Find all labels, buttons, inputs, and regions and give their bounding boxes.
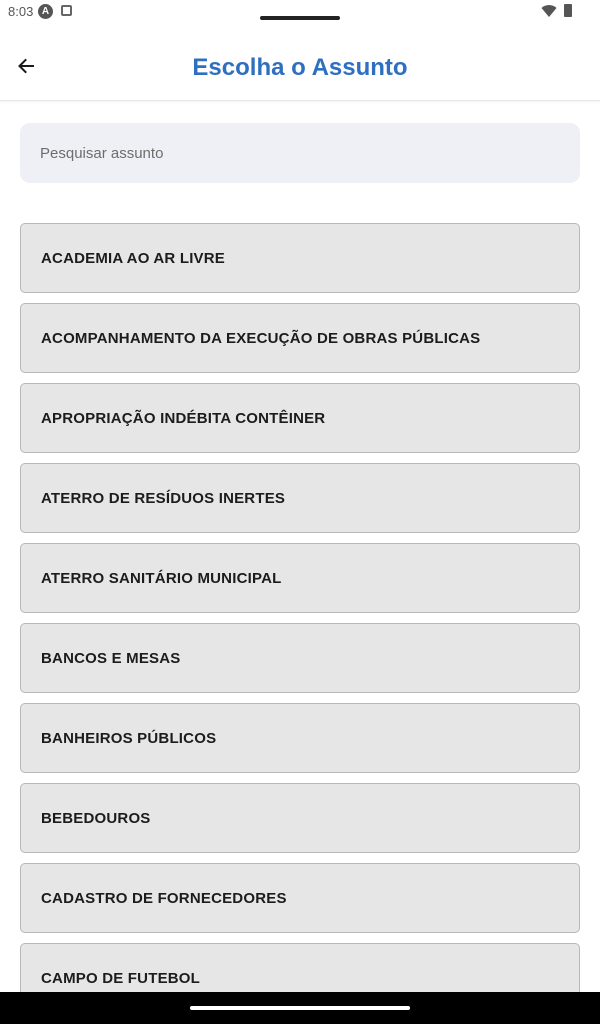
subject-item[interactable]: ACADEMIA AO AR LIVRE — [20, 223, 580, 293]
subject-label: CAMPO DE FUTEBOL — [41, 969, 201, 987]
square-notification-icon — [61, 5, 72, 16]
app-bar: Escolha o Assunto — [0, 24, 600, 101]
subject-item[interactable]: BANHEIROS PÚBLICOS — [20, 703, 580, 773]
subject-item[interactable]: BANCOS E MESAS — [20, 623, 580, 693]
subject-label: BANCOS E MESAS — [41, 649, 181, 667]
home-gesture-handle[interactable] — [190, 1006, 410, 1010]
subject-label: APROPRIAÇÃO INDÉBITA CONTÊINER — [41, 409, 326, 427]
subject-label: ATERRO SANITÁRIO MUNICIPAL — [41, 569, 282, 587]
page-title: Escolha o Assunto — [192, 54, 408, 81]
arrow-left-icon — [18, 58, 34, 74]
status-bar: 8:03 A — [0, 0, 600, 24]
system-nav-bar — [0, 992, 600, 1024]
app-a-icon: A — [38, 4, 53, 19]
screen: 8:03 A Escolha o Assunto ACADEMIA AO AR … — [0, 0, 600, 1024]
subject-label: BANHEIROS PÚBLICOS — [41, 729, 217, 747]
subject-label: ACOMPANHAMENTO DA EXECUÇÃO DE OBRAS PÚBL… — [41, 329, 481, 347]
wifi-icon — [541, 5, 557, 18]
subject-item[interactable]: APROPRIAÇÃO INDÉBITA CONTÊINER — [20, 383, 580, 453]
status-time: 8:03 — [8, 4, 34, 19]
subject-label: ATERRO DE RESÍDUOS INERTES — [41, 489, 286, 507]
back-button[interactable] — [10, 50, 42, 82]
subject-list: ACADEMIA AO AR LIVRE ACOMPANHAMENTO DA E… — [20, 223, 580, 1023]
subject-label: ACADEMIA AO AR LIVRE — [41, 249, 225, 267]
subject-item[interactable]: ATERRO DE RESÍDUOS INERTES — [20, 463, 580, 533]
subject-item[interactable]: ACOMPANHAMENTO DA EXECUÇÃO DE OBRAS PÚBL… — [20, 303, 580, 373]
battery-icon — [564, 4, 572, 17]
search-input[interactable] — [20, 123, 580, 183]
subject-item[interactable]: ATERRO SANITÁRIO MUNICIPAL — [20, 543, 580, 613]
subject-label: CADASTRO DE FORNECEDORES — [41, 889, 287, 907]
subject-label: BEBEDOUROS — [41, 809, 151, 827]
subject-item[interactable]: BEBEDOUROS — [20, 783, 580, 853]
camera-pill — [260, 16, 340, 20]
subject-item[interactable]: CADASTRO DE FORNECEDORES — [20, 863, 580, 933]
